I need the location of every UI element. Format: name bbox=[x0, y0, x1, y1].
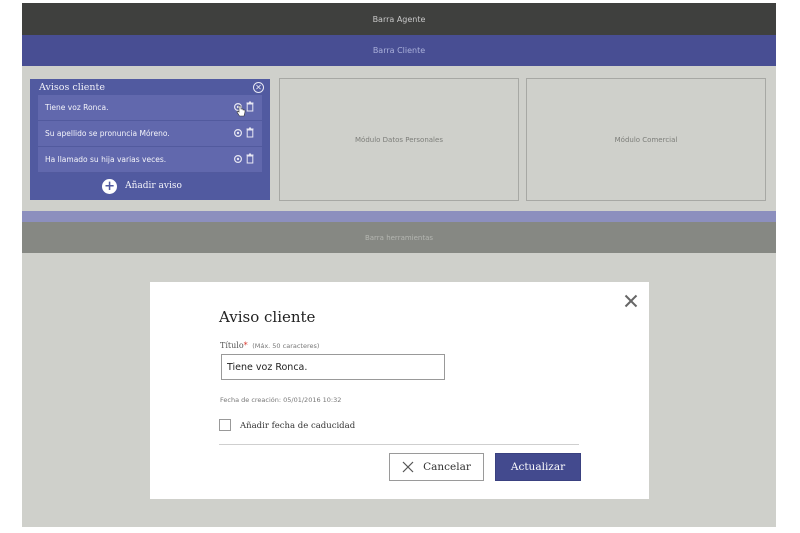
aviso-text: Ha llamado su hija varias veces. bbox=[45, 155, 167, 164]
barra-agente-label: Barra Agente bbox=[372, 14, 426, 24]
modulo-personal-label: Módulo Datos Personales bbox=[355, 135, 443, 144]
close-icon[interactable] bbox=[624, 294, 638, 308]
update-label: Actualizar bbox=[510, 461, 566, 473]
gear-icon[interactable] bbox=[233, 128, 243, 138]
creation-date: Fecha de creación: 05/01/2016 10:32 bbox=[220, 396, 342, 404]
trash-icon[interactable] bbox=[246, 127, 254, 138]
hand-cursor-icon bbox=[236, 105, 246, 117]
title-input[interactable] bbox=[221, 354, 445, 380]
cancel-button[interactable]: Cancelar bbox=[389, 453, 484, 481]
divider bbox=[219, 444, 579, 445]
add-aviso-button[interactable]: + Añadir aviso bbox=[30, 175, 270, 197]
dialog-title: Aviso cliente bbox=[219, 308, 316, 326]
aviso-text: Tiene voz Ronca. bbox=[45, 103, 109, 112]
barra-cliente-label: Barra Cliente bbox=[372, 46, 426, 55]
close-panel-icon[interactable]: ✕ bbox=[253, 82, 264, 93]
list-item[interactable]: Su apellido se pronuncia Móreno. bbox=[38, 121, 262, 147]
divider-strip bbox=[22, 211, 776, 222]
aviso-cliente-dialog: Aviso cliente Título* (Máx. 50 caractere… bbox=[150, 282, 649, 499]
aviso-list: Tiene voz Ronca. Su apellido se pronunci… bbox=[38, 95, 262, 173]
aviso-text: Su apellido se pronuncia Móreno. bbox=[45, 129, 170, 138]
trash-icon[interactable] bbox=[246, 153, 254, 164]
avisos-cliente-panel: Avisos cliente ✕ Tiene voz Ronca. Su ape… bbox=[30, 79, 270, 200]
title-field-hint: (Máx. 50 caracteres) bbox=[252, 342, 320, 350]
barra-herramientas-label: Barra herramientas bbox=[364, 233, 434, 242]
expiry-date-label: Añadir fecha de caducidad bbox=[240, 421, 356, 431]
gear-icon[interactable] bbox=[233, 154, 243, 164]
list-item[interactable]: Tiene voz Ronca. bbox=[38, 95, 262, 121]
barra-agente: Barra Agente bbox=[22, 3, 776, 35]
barra-herramientas: Barra herramientas bbox=[22, 222, 776, 253]
expiry-date-checkbox[interactable] bbox=[219, 419, 231, 431]
title-field-label: Título* (Máx. 50 caracteres) bbox=[220, 341, 319, 350]
barra-cliente: Barra Cliente bbox=[22, 35, 776, 66]
update-button[interactable]: Actualizar bbox=[495, 453, 581, 481]
list-item[interactable]: Ha llamado su hija varias veces. bbox=[38, 147, 262, 173]
modulo-comercial-label: Módulo Comercial bbox=[614, 135, 678, 144]
trash-icon[interactable] bbox=[246, 101, 254, 112]
title-label-text: Título bbox=[220, 341, 244, 350]
cancel-label: Cancelar bbox=[423, 461, 471, 473]
close-icon bbox=[402, 461, 414, 473]
modulo-datos-personales: Módulo Datos Personales bbox=[279, 78, 519, 201]
modulo-comercial: Módulo Comercial bbox=[526, 78, 766, 201]
plus-icon: + bbox=[102, 178, 118, 194]
avisos-panel-title: Avisos cliente bbox=[39, 82, 105, 93]
add-aviso-label: Añadir aviso bbox=[125, 181, 182, 191]
required-mark: * bbox=[243, 341, 248, 350]
